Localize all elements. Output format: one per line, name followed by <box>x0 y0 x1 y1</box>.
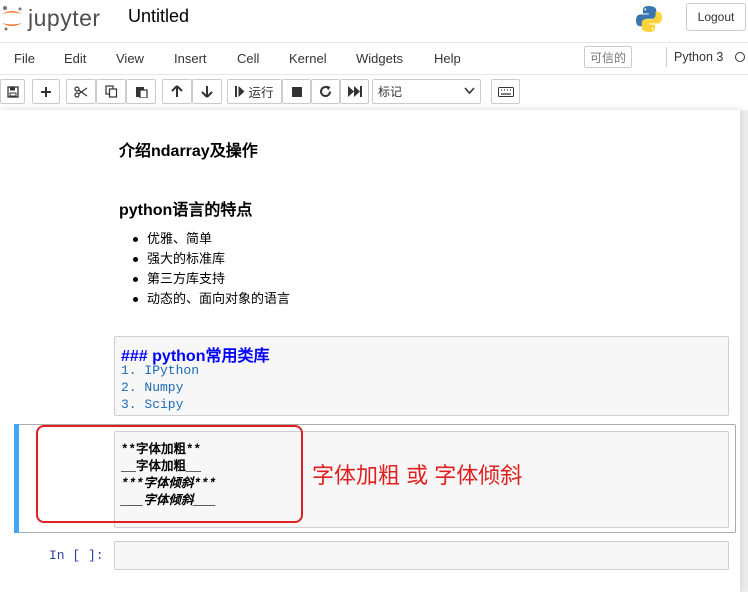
arrow-up-icon <box>171 85 183 97</box>
list-item: 优雅、简单 <box>133 229 290 249</box>
jupyter-logo-text: jupyter <box>28 4 101 31</box>
run-button-label: 运行 <box>248 86 274 100</box>
insert-cell-button[interactable] <box>32 79 60 104</box>
jupyter-logo[interactable]: jupyter <box>0 3 101 33</box>
fast-forward-icon <box>347 86 362 97</box>
move-down-button[interactable] <box>192 79 222 104</box>
cell-selection-bar <box>14 424 19 533</box>
copy-icon <box>104 85 117 98</box>
menu-widgets[interactable]: Widgets <box>356 51 403 66</box>
paste-icon <box>135 87 148 98</box>
kernel-status-icon <box>735 52 745 62</box>
copy-button[interactable] <box>96 79 126 104</box>
list-item: 第三方库支持 <box>133 269 290 289</box>
keyboard-icon <box>497 86 514 97</box>
restart-kernel-button[interactable] <box>311 79 340 104</box>
save-icon <box>6 85 19 98</box>
chevron-down-icon <box>464 87 475 95</box>
python-logo-icon <box>636 6 662 32</box>
menu-kernel[interactable]: Kernel <box>289 51 327 66</box>
kernel-name[interactable]: Python 3 <box>674 50 723 64</box>
move-up-button[interactable] <box>162 79 192 104</box>
markdown-heading: 介绍ndarray及操作 <box>119 143 258 160</box>
restart-run-all-button[interactable] <box>340 79 369 104</box>
menubar: File Edit View Insert Cell Kernel Widget… <box>0 42 748 75</box>
paste-button[interactable] <box>126 79 156 104</box>
cell-type-value: 标记 <box>378 85 403 99</box>
save-button[interactable] <box>0 79 25 104</box>
markdown-source-line: 1. IPython <box>121 363 200 378</box>
header: jupyter Untitled Logout <box>0 0 748 40</box>
cut-icon <box>74 85 88 98</box>
code-cell-input[interactable] <box>114 541 729 570</box>
cut-button[interactable] <box>66 79 96 104</box>
markdown-heading: python语言的特点 <box>119 202 253 219</box>
menu-edit[interactable]: Edit <box>64 51 86 66</box>
logout-button[interactable]: Logout <box>686 3 746 31</box>
trusted-indicator[interactable]: 可信的 <box>584 46 632 68</box>
kernel-separator <box>666 47 667 67</box>
list-item: 强大的标准库 <box>133 249 290 269</box>
markdown-source-line: 3. Scipy <box>121 397 184 412</box>
menu-help[interactable]: Help <box>434 51 461 66</box>
menu-view[interactable]: View <box>116 51 144 66</box>
run-icon <box>235 86 245 97</box>
stop-icon <box>291 86 302 97</box>
markdown-source-line: 2. Numpy <box>121 380 184 395</box>
cell-type-select[interactable]: 标记 <box>372 79 481 104</box>
arrow-down-icon <box>201 86 213 98</box>
menu-file[interactable]: File <box>14 51 35 66</box>
interrupt-kernel-button[interactable] <box>282 79 311 104</box>
notebook-title[interactable]: Untitled <box>128 6 189 27</box>
jupyter-logo-icon <box>2 6 22 31</box>
run-button[interactable]: 运行 <box>227 79 282 104</box>
menu-cell[interactable]: Cell <box>237 51 259 66</box>
annotation-highlight-box <box>36 425 303 523</box>
markdown-edit-cell[interactable]: ### python常用类库 1. IPython 2. Numpy 3. Sc… <box>114 336 729 416</box>
annotation-text: 字体加粗 或 字体倾斜 <box>312 463 523 488</box>
markdown-list: 优雅、简单 强大的标准库 第三方库支持 动态的、面向对象的语言 <box>133 229 290 309</box>
command-palette-button[interactable] <box>491 79 520 104</box>
plus-icon <box>41 86 51 97</box>
list-item: 动态的、面向对象的语言 <box>133 289 290 309</box>
input-prompt: In [ ]: <box>49 548 104 563</box>
menu-insert[interactable]: Insert <box>174 51 207 66</box>
restart-icon <box>320 85 332 98</box>
